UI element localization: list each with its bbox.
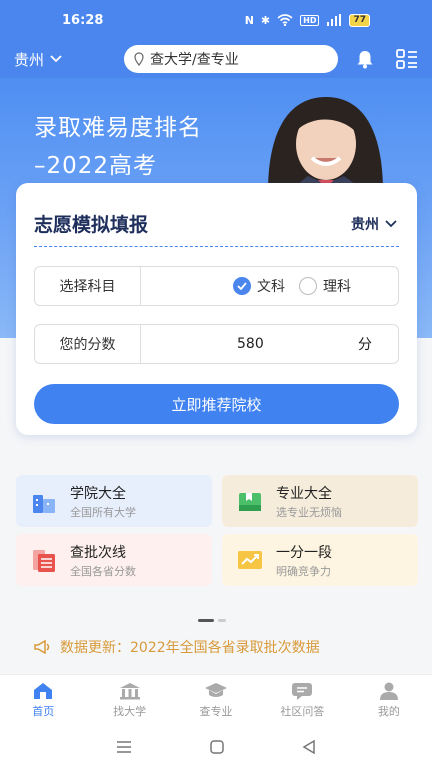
menu-icon[interactable] <box>116 741 132 753</box>
header-actions <box>354 48 418 70</box>
trend-icon <box>238 551 262 569</box>
tab-profile[interactable]: 我的 <box>346 675 432 726</box>
feature-title: 学院大全 <box>70 485 126 502</box>
banner-title-line1: 录取难易度排名 <box>34 115 202 141</box>
status-time: 16:28 <box>62 12 104 28</box>
notice-text: 数据更新：2022年全国各省录取批次数据 <box>60 640 320 656</box>
tab-community[interactable]: 社区问答 <box>259 675 345 726</box>
city-selector[interactable]: 贵州 <box>14 49 124 70</box>
radio-label: 文科 <box>257 279 285 295</box>
home-icon <box>34 683 53 699</box>
feature-grid: 学院大全 全国所有大学 专业大全 选专业无烦恼 查批次线 全国各省分数 一分一段… <box>16 475 418 587</box>
radio-science[interactable]: 理科 <box>299 276 351 296</box>
tab-label: 找大学 <box>113 705 147 718</box>
status-icons: N ✱ HD 77 <box>244 13 370 27</box>
card-divider <box>34 246 399 247</box>
bottom-tab-bar: 首页 找大学 查专业 社区问答 我的 <box>0 674 432 726</box>
card-title: 志愿模拟填报 <box>34 214 149 236</box>
feature-colleges[interactable]: 学院大全 全国所有大学 <box>16 475 212 527</box>
signal-icon <box>327 14 342 26</box>
radio-empty-icon <box>299 277 317 295</box>
subject-label: 选择科目 <box>35 267 141 305</box>
simulation-card: 志愿模拟填报 贵州 选择科目 文科 理科 您的分数 580 分 立即推荐院校 <box>16 183 417 435</box>
page-dot-active <box>198 619 214 622</box>
notification-bell-icon[interactable] <box>354 48 376 70</box>
subject-row: 选择科目 文科 理科 <box>34 266 399 306</box>
update-notice[interactable]: 数据更新：2022年全国各省录取批次数据 <box>34 637 320 657</box>
back-icon[interactable] <box>302 740 316 754</box>
megaphone-icon <box>34 640 50 654</box>
list-icon <box>33 550 55 572</box>
app-header: 贵州 查大学/查专业 <box>0 40 432 78</box>
feature-subtitle: 明确竞争力 <box>276 564 331 578</box>
tab-label: 首页 <box>32 705 55 718</box>
card-city-label: 贵州 <box>351 217 379 233</box>
score-row: 您的分数 580 分 <box>34 324 399 364</box>
tab-find-university[interactable]: 找大学 <box>86 675 172 726</box>
subject-radio-group: 文科 理科 <box>141 276 398 296</box>
tab-label: 查专业 <box>199 705 233 718</box>
chevron-down-icon <box>385 220 397 228</box>
wifi-icon <box>277 14 293 26</box>
book-icon <box>239 493 261 511</box>
radio-label: 理科 <box>323 279 351 295</box>
tab-label: 我的 <box>377 705 400 718</box>
building-icon <box>33 495 55 513</box>
page-dot <box>218 619 226 622</box>
score-unit: 分 <box>358 337 372 353</box>
tab-find-major[interactable]: 查专业 <box>173 675 259 726</box>
chat-icon <box>292 683 313 700</box>
user-icon <box>379 682 398 700</box>
system-nav-bar <box>0 726 432 768</box>
chevron-down-icon <box>50 55 62 63</box>
search-input[interactable]: 查大学/查专业 <box>124 45 338 73</box>
bluetooth-icon: ✱ <box>260 13 271 27</box>
battery-icon: 77 <box>349 13 370 27</box>
check-icon <box>233 277 251 295</box>
tab-home[interactable]: 首页 <box>0 675 86 726</box>
feature-subtitle: 选专业无烦恼 <box>276 505 342 519</box>
card-city-selector[interactable]: 贵州 <box>351 214 397 234</box>
location-pin-icon <box>134 52 144 66</box>
city-label: 贵州 <box>14 50 45 69</box>
banner-title-line2: –2022高考 <box>34 153 158 179</box>
menu-grid-icon[interactable] <box>396 48 418 70</box>
status-bar: 16:28 N ✱ HD 77 <box>0 0 432 40</box>
feature-majors[interactable]: 专业大全 选专业无烦恼 <box>222 475 418 527</box>
feature-subtitle: 全国所有大学 <box>70 505 136 519</box>
graduation-cap-icon <box>205 683 228 697</box>
feature-title: 一分一段 <box>276 544 332 561</box>
university-icon <box>119 683 140 700</box>
score-input[interactable]: 580 <box>141 336 358 352</box>
feature-title: 专业大全 <box>276 485 332 502</box>
hd-icon: HD <box>300 14 320 26</box>
search-placeholder: 查大学/查专业 <box>150 52 239 68</box>
feature-title: 查批次线 <box>70 544 126 561</box>
score-label: 您的分数 <box>35 325 141 363</box>
feature-batch-lines[interactable]: 查批次线 全国各省分数 <box>16 534 212 586</box>
feature-score-ranking[interactable]: 一分一段 明确竞争力 <box>222 534 418 586</box>
banner-student-image <box>268 97 383 192</box>
page-indicator <box>198 619 226 622</box>
tab-label: 社区问答 <box>280 705 325 718</box>
recommend-schools-button[interactable]: 立即推荐院校 <box>34 384 399 424</box>
nfc-icon: N <box>244 13 254 27</box>
home-square-icon[interactable] <box>210 740 224 754</box>
radio-liberal-arts[interactable]: 文科 <box>233 276 285 296</box>
feature-subtitle: 全国各省分数 <box>70 564 136 578</box>
